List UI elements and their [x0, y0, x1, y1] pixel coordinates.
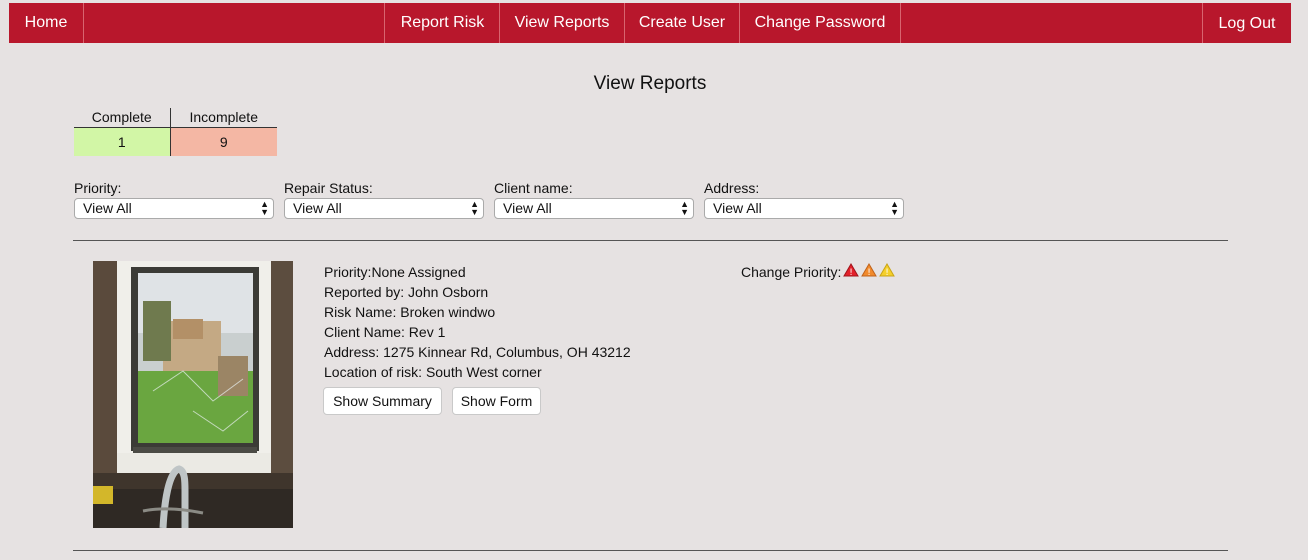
nav-change-password[interactable]: Change Password	[740, 3, 901, 43]
address-filter-label: Address:	[704, 180, 760, 196]
divider	[73, 240, 1228, 241]
warning-red-icon[interactable]: !	[843, 262, 860, 282]
incomplete-header: Incomplete	[170, 108, 277, 128]
repair-status-select[interactable]: View All ▲ ▼	[284, 198, 484, 219]
nav-create-user[interactable]: Create User	[625, 3, 740, 43]
divider	[73, 550, 1228, 551]
page-title: View Reports	[593, 73, 707, 94]
svg-text:!: !	[868, 268, 872, 277]
nav-report-risk[interactable]: Report Risk	[386, 3, 500, 43]
client-name-filter-label: Client name:	[494, 180, 573, 196]
report-reported-by: Reported by: John Osborn	[324, 284, 489, 300]
select-arrows-icon: ▲ ▼	[890, 199, 899, 217]
report-photo	[93, 261, 293, 528]
warning-yellow-icon[interactable]: !	[879, 262, 896, 282]
repair-status-filter: Repair Status: View All ▲ ▼	[284, 180, 484, 219]
select-arrows-icon: ▲ ▼	[470, 199, 479, 217]
status-summary-table: Complete Incomplete 1 9	[74, 108, 277, 156]
address-filter: Address: View All ▲ ▼	[704, 180, 904, 219]
broken-window-photo	[93, 261, 293, 528]
change-priority: Change Priority: ! ! !	[741, 262, 896, 282]
top-navbar: Home Report Risk View Reports Create Use…	[9, 3, 1291, 43]
svg-text:!: !	[886, 268, 890, 277]
nav-spacer	[84, 3, 385, 43]
priority-filter: Priority: View All ▲ ▼	[74, 180, 274, 219]
nav-log-out[interactable]: Log Out	[1202, 3, 1291, 43]
client-name-filter: Client name: View All ▲ ▼	[494, 180, 694, 219]
client-name-select-value: View All	[503, 200, 552, 216]
priority-select[interactable]: View All ▲ ▼	[74, 198, 274, 219]
select-arrows-icon: ▲ ▼	[680, 199, 689, 217]
select-arrows-icon: ▲ ▼	[260, 199, 269, 217]
report-location: Location of risk: South West corner	[324, 364, 542, 380]
report-risk-name: Risk Name: Broken windwo	[324, 304, 496, 320]
nav-view-reports[interactable]: View Reports	[500, 3, 625, 43]
address-select-value: View All	[713, 200, 762, 216]
show-form-button[interactable]: Show Form	[452, 387, 541, 415]
repair-status-filter-label: Repair Status:	[284, 180, 373, 196]
repair-status-select-value: View All	[293, 200, 342, 216]
change-priority-label: Change Priority:	[741, 264, 842, 280]
client-name-select[interactable]: View All ▲ ▼	[494, 198, 694, 219]
nav-home[interactable]: Home	[9, 3, 84, 43]
svg-text:!: !	[850, 268, 854, 277]
complete-count: 1	[74, 127, 171, 156]
show-summary-button[interactable]: Show Summary	[323, 387, 442, 415]
warning-orange-icon[interactable]: !	[861, 262, 878, 282]
report-address: Address: 1275 Kinnear Rd, Columbus, OH 4…	[324, 344, 631, 360]
report-priority: Priority:None Assigned	[324, 264, 466, 280]
report-details: Priority:None Assigned Reported by: John…	[324, 262, 631, 382]
priority-select-value: View All	[83, 200, 132, 216]
report-client-name: Client Name: Rev 1	[324, 324, 446, 340]
incomplete-count: 9	[170, 127, 277, 156]
address-select[interactable]: View All ▲ ▼	[704, 198, 904, 219]
priority-filter-label: Priority:	[74, 180, 122, 196]
complete-header: Complete	[74, 108, 171, 128]
